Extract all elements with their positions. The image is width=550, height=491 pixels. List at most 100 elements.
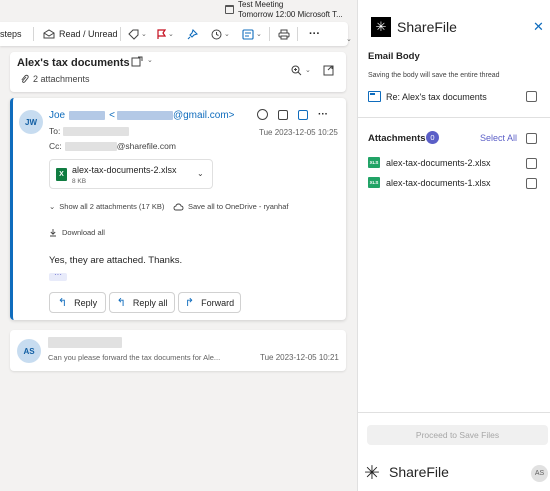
meeting-time: Tomorrow 12:00 Microsoft T...	[238, 10, 343, 19]
chevron-down-icon[interactable]: ⌄	[197, 169, 204, 178]
sender-name: Joe	[49, 110, 66, 121]
message-expanded: JW Joe < @gmail.com> To: Cc: @sharefile.…	[10, 98, 346, 320]
save-onedrive-label: Save all to OneDrive - ryanhaf	[188, 202, 289, 211]
meeting-title: Test Meeting	[238, 0, 284, 9]
read-unread-label: Read / Unread	[59, 29, 118, 39]
sharefile-addin-button[interactable]	[131, 56, 143, 69]
close-icon[interactable]: ✕	[533, 19, 544, 35]
zoom-icon	[291, 65, 302, 76]
save-to-onedrive-link[interactable]: Save all to OneDrive - ryanhaf	[173, 202, 288, 211]
redacted-email	[116, 111, 173, 120]
calendar-icon	[225, 5, 234, 14]
pin-icon	[187, 28, 198, 39]
steps-label: steps	[0, 29, 22, 39]
popout-button[interactable]	[323, 65, 334, 78]
message-actions: ···	[257, 109, 328, 120]
excel-file-icon: X	[56, 168, 67, 181]
attachments-count-badge: 0	[426, 131, 439, 144]
steps-button[interactable]: steps	[0, 22, 22, 46]
message-preview: Can you please forward the tax documents…	[48, 353, 221, 362]
proceed-button[interactable]: Proceed to Save Files	[367, 425, 548, 445]
clock-icon	[211, 29, 222, 39]
attachment-card[interactable]: X alex-tax-documents-2.xlsx 8 KB ⌄	[49, 159, 213, 189]
user-avatar[interactable]: AS	[531, 465, 548, 482]
download-all-link[interactable]: Download all	[49, 228, 105, 237]
sender[interactable]: Joe < @gmail.com>	[49, 110, 235, 121]
chevron-down-icon[interactable]: ⌄	[305, 66, 311, 74]
show-all-label: Show all 2 attachments (17 KB)	[59, 202, 165, 211]
toolbar-divider	[33, 27, 34, 41]
show-trimmed-content-button[interactable]: ···	[49, 271, 67, 281]
snooze-button[interactable]: ⌄	[211, 22, 230, 46]
popout-icon	[323, 65, 334, 76]
select-all-link[interactable]: Select All	[480, 133, 517, 143]
flag-icon	[157, 28, 166, 39]
zoom-button[interactable]	[291, 65, 302, 78]
smiley-icon[interactable]	[257, 109, 268, 120]
flag-button[interactable]: ⌄	[156, 22, 174, 46]
attachment-name: alex-tax-documents-2.xlsx	[72, 165, 177, 175]
more-options-icon[interactable]: ···	[309, 22, 320, 46]
printer-icon	[278, 29, 290, 39]
file-checkbox[interactable]	[526, 178, 537, 189]
envelope-open-icon	[43, 29, 55, 39]
email-item-label: Re: Alex's tax documents	[386, 92, 487, 102]
apps-grid-icon[interactable]	[298, 109, 308, 120]
redacted-recipient[interactable]	[63, 126, 130, 136]
avatar: AS	[17, 339, 41, 363]
email-body-checkbox[interactable]	[526, 91, 537, 102]
reply-icon: ↰	[57, 297, 68, 309]
attachment-size: 8 KB	[72, 178, 87, 185]
email-body-description: Saving the body will save the entire thr…	[368, 72, 500, 79]
chevron-down-icon: ⌄	[224, 31, 230, 38]
footer-brand: ShareFile	[389, 464, 449, 480]
addin-mail-icon[interactable]	[278, 109, 288, 120]
download-icon	[50, 229, 56, 237]
forward-button[interactable]: ↱ Forward	[178, 292, 241, 313]
to-label: To:	[49, 126, 61, 136]
attachments-summary[interactable]: 2 attachments	[20, 74, 90, 84]
pin-button[interactable]	[187, 22, 198, 46]
paperclip-icon	[21, 74, 29, 83]
more-options-icon[interactable]: ···	[318, 109, 328, 119]
forward-label: Forward	[201, 297, 235, 308]
print-button[interactable]	[278, 22, 290, 46]
categorize-button[interactable]: ⌄	[128, 22, 147, 46]
file-name: alex-tax-documents-1.xlsx	[386, 178, 491, 188]
toolbar-divider	[269, 27, 270, 41]
forward-icon: ↱	[184, 297, 195, 309]
chevron-down-icon: ⌄	[168, 31, 174, 38]
section-divider	[358, 412, 550, 413]
rules-icon	[242, 28, 254, 40]
double-chevron-down-icon: ⌄	[49, 202, 56, 211]
message-date: Tue 2023-12-05 10:21	[260, 353, 339, 362]
addin-icon	[131, 56, 143, 67]
select-all-checkbox[interactable]	[526, 133, 537, 144]
redacted-sender	[48, 337, 122, 348]
reply-all-button[interactable]: ↰ Reply all	[109, 292, 175, 313]
message-toolbar: steps Read / Unread ⌄ ⌄ ⌄ ⌄ ···	[0, 22, 348, 46]
tag-icon	[128, 29, 139, 40]
cc-line: Cc: @sharefile.com	[49, 141, 176, 151]
thread-subject: Alex's tax documents	[17, 57, 130, 69]
to-line: To:	[49, 126, 130, 136]
meeting-reminder[interactable]: Test Meeting Tomorrow 12:00 Microsoft T.…	[222, 0, 357, 20]
file-checkbox[interactable]	[526, 158, 537, 169]
redacted-cc[interactable]	[64, 141, 117, 151]
avatar: JW	[19, 110, 43, 134]
rules-button[interactable]: ⌄	[242, 22, 262, 46]
attachments-count-label: 2 attachments	[33, 74, 90, 84]
chevron-down-icon: ⌄	[141, 31, 147, 38]
excel-file-icon: XLS	[368, 177, 380, 188]
sharefile-panel: ✳ ShareFile ✕ Email Body Saving the body…	[357, 0, 550, 491]
chevron-down-icon[interactable]: ⌄	[346, 35, 352, 43]
message-collapsed[interactable]: AS Can you please forward the tax docume…	[10, 330, 346, 371]
show-all-attachments-link[interactable]: ⌄ Show all 2 attachments (17 KB)	[49, 202, 164, 211]
reply-all-label: Reply all	[132, 297, 168, 308]
read-unread-button[interactable]: Read / Unread	[43, 22, 118, 46]
reply-button[interactable]: ↰ Reply	[49, 292, 106, 313]
message-date: Tue 2023-12-05 10:25	[259, 128, 338, 137]
chevron-down-icon[interactable]: ⌄	[147, 56, 153, 64]
message-body: Yes, they are attached. Thanks.	[49, 255, 183, 266]
cc-label: Cc:	[49, 141, 62, 151]
